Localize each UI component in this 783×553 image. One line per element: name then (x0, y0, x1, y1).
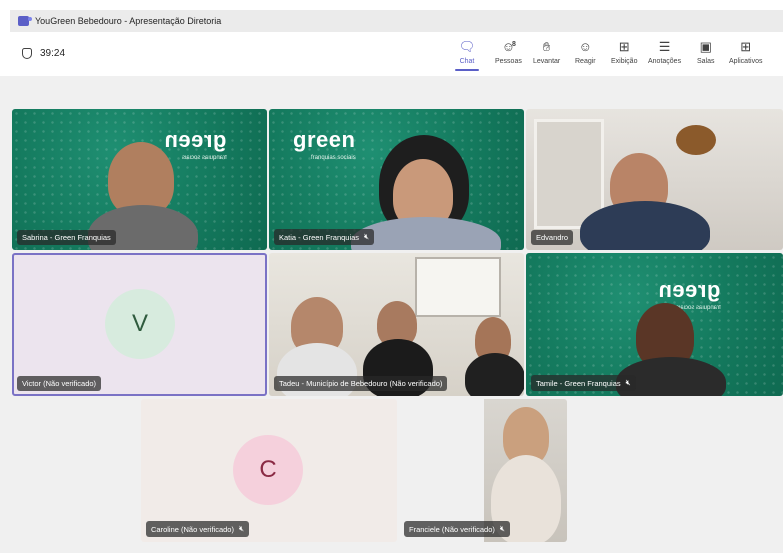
participant-name-tag: Katia - Green Franquias 🔇︎ (274, 229, 375, 245)
background-wall-map (415, 257, 501, 317)
participant-name: Tamile - Green Franquias (536, 378, 621, 388)
participant-body-edvandro (580, 201, 710, 250)
video-tile-tadeu[interactable]: Tadeu - Município de Bebedouro (Não veri… (269, 253, 524, 396)
video-tile-tamile[interactable]: green franquias sociais Tamile - Green F… (526, 253, 783, 396)
participant-name: Franciele (Não verificado) (409, 524, 495, 534)
video-tile-sabrina[interactable]: green franquias sociais Sabrina - Green … (12, 109, 267, 250)
meeting-timer: 39:24 (22, 48, 65, 59)
participant-name: Caroline (Não verificado) (151, 524, 234, 534)
participant-name-tag: Edvandro (531, 230, 574, 245)
timer-text: 39:24 (40, 48, 66, 59)
people-label: Pessoas (495, 58, 522, 65)
raise-hand-button[interactable]: ✋︎ Levantar (533, 39, 560, 65)
video-tile-edvandro[interactable]: Edvandro (526, 109, 783, 250)
participant-name-tag: Tamile - Green Franquias 🔇︎ (531, 375, 636, 391)
mic-muted-icon: 🔇︎ (499, 524, 505, 533)
participant-name: Edvandro (536, 233, 569, 242)
people-count-badge: 8 (512, 41, 516, 48)
participant-name-tag: Franciele (Não verificado) 🔇︎ (404, 521, 510, 537)
apps-icon: ⊞ (740, 39, 752, 54)
notes-button[interactable]: ☰ Anotações (648, 39, 681, 65)
people-button[interactable]: ☺ 8 Pessoas (495, 39, 522, 65)
title-bar-inner: YouGreen Bebedouro - Apresentação Direto… (10, 10, 783, 32)
participant-name-tag: Tadeu - Município de Bebedouro (Não veri… (274, 376, 448, 391)
react-icon: ☺ (578, 39, 592, 54)
window-title: YouGreen Bebedouro - Apresentação Direto… (35, 16, 222, 26)
participant-name: Tadeu - Município de Bebedouro (Não veri… (279, 379, 443, 388)
view-icon: ⊞ (618, 39, 630, 54)
green-logo: green (658, 277, 721, 302)
raise-hand-icon: ✋︎ (542, 39, 551, 54)
rooms-button[interactable]: ▣ Salas (697, 39, 715, 65)
mic-muted-icon: 🔇︎ (364, 232, 370, 241)
notes-label: Anotações (648, 58, 682, 65)
notes-icon: ☰ (658, 39, 671, 54)
meeting-toolbar: 39:24 🗨︎ Chat ☺ 8 Pessoas ✋︎ Levantar ☺ … (0, 36, 783, 76)
participant-name: Sabrina - Green Franquias (22, 233, 111, 242)
video-tile-victor[interactable]: V Victor (Não verificado) (12, 253, 267, 396)
shield-icon (22, 48, 32, 59)
rooms-icon: ▣ (699, 39, 712, 54)
title-bar: YouGreen Bebedouro - Apresentação Direto… (0, 0, 783, 36)
chat-label: Chat (459, 58, 475, 65)
video-tile-katia[interactable]: green franquias sociais Katia - Green Fr… (269, 109, 524, 250)
view-button[interactable]: ⊞ Exibição (611, 39, 637, 65)
view-label: Exibição (611, 58, 638, 65)
teams-logo-icon (18, 16, 32, 26)
react-button[interactable]: ☺ Reagir (575, 39, 596, 65)
participant-name-tag: Sabrina - Green Franquias (17, 230, 116, 245)
avatar: C (233, 435, 303, 505)
video-tile-franciele[interactable]: Franciele (Não verificado) 🔇︎ (399, 399, 567, 542)
green-logo-subtext: franquias sociais (182, 155, 227, 161)
green-logo: green (293, 127, 356, 152)
rooms-label: Salas (697, 58, 715, 65)
video-tile-caroline[interactable]: C Caroline (Não verificado) 🔇︎ (141, 399, 397, 542)
raise-hand-label: Levantar (533, 58, 561, 65)
participant-name-tag: Caroline (Não verificado) 🔇︎ (146, 521, 249, 537)
active-tab-indicator (455, 69, 479, 71)
chat-icon: 🗨︎ (458, 39, 476, 54)
mic-muted-icon: 🔇︎ (238, 524, 244, 533)
green-logo: green (164, 127, 227, 152)
apps-label: Aplicativos (729, 58, 763, 65)
chat-button[interactable]: 🗨︎ Chat (455, 39, 479, 71)
participant-body-third (465, 353, 524, 396)
participant-name: Katia - Green Franquias (279, 232, 360, 242)
participant-name: Victor (Não verificado) (22, 379, 97, 388)
participant-name-tag: Victor (Não verificado) (17, 376, 102, 391)
green-logo-subtext: franquias sociais (311, 155, 356, 161)
mic-muted-icon: 🔇︎ (625, 378, 631, 387)
background-decoration (676, 125, 716, 155)
avatar: V (105, 289, 175, 359)
apps-button[interactable]: ⊞ Aplicativos (729, 39, 762, 65)
react-label: Reagir (575, 58, 596, 65)
video-stage: green franquias sociais Sabrina - Green … (0, 76, 783, 553)
